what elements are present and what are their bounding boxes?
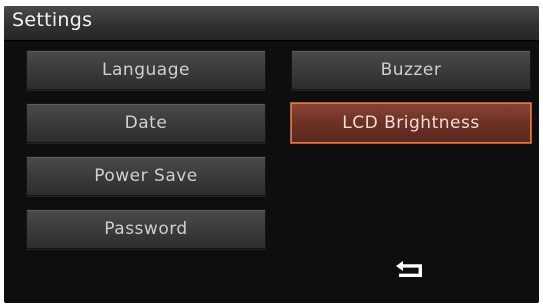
- title-bar: Settings: [4, 6, 539, 41]
- settings-screen: Settings Language Date Power Save Passwo…: [4, 6, 539, 303]
- buzzer-button[interactable]: Buzzer: [291, 50, 531, 90]
- lcd-brightness-button-label: LCD Brightness: [342, 113, 480, 133]
- page-title: Settings: [12, 9, 93, 31]
- language-button[interactable]: Language: [26, 50, 266, 90]
- date-button[interactable]: Date: [26, 103, 266, 143]
- power-save-button[interactable]: Power Save: [26, 156, 266, 196]
- lcd-brightness-button[interactable]: LCD Brightness: [291, 103, 531, 143]
- power-save-button-label: Power Save: [94, 166, 198, 186]
- password-button-label: Password: [104, 219, 188, 239]
- language-button-label: Language: [102, 60, 190, 80]
- back-arrow-icon: [396, 261, 422, 277]
- date-button-label: Date: [124, 113, 168, 133]
- back-button[interactable]: [394, 258, 428, 282]
- password-button[interactable]: Password: [26, 209, 266, 249]
- buzzer-button-label: Buzzer: [380, 60, 442, 80]
